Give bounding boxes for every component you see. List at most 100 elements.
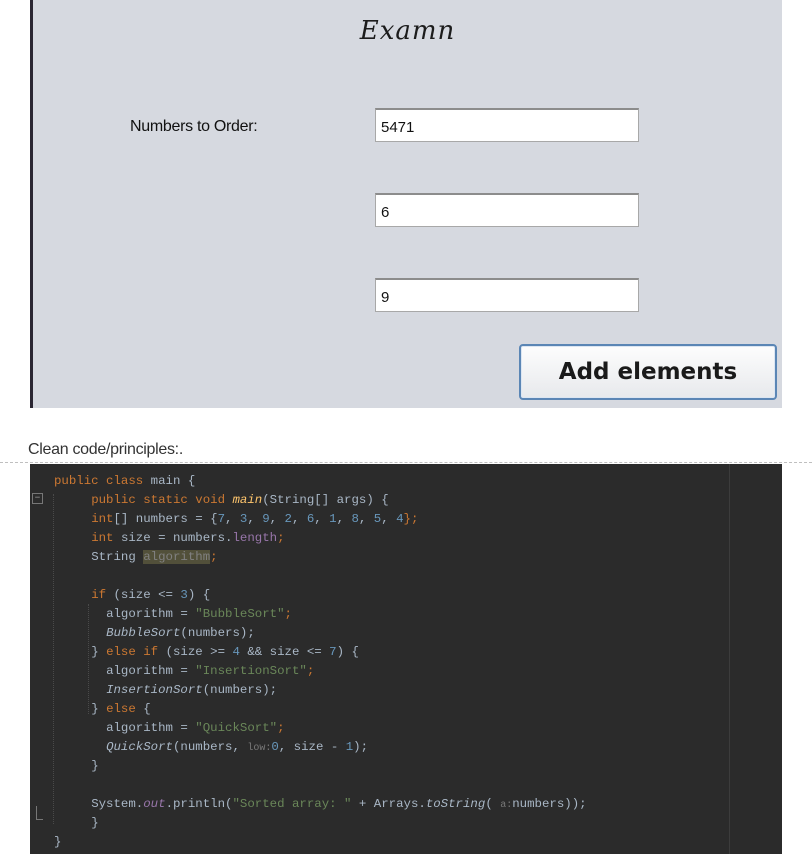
code-token: algorithm =	[106, 721, 196, 735]
code-token: public class	[54, 474, 151, 488]
code-token: length	[232, 531, 278, 545]
code-token: 4	[396, 512, 404, 526]
parameter-hint: low:	[247, 743, 272, 754]
code-token: String	[91, 550, 144, 564]
fold-end-icon	[36, 806, 43, 820]
code-token: [] numbers = {	[113, 512, 218, 526]
code-line-5: String algorithm;	[54, 548, 218, 567]
code-token: algorithm =	[106, 607, 196, 621]
code-token: if	[91, 588, 114, 602]
code-token: 7	[329, 645, 337, 659]
form-panel: Examn Numbers to Order: Add elements	[30, 0, 782, 408]
parameter-hint: a:	[500, 800, 513, 811]
code-token: ,	[358, 512, 374, 526]
code-token: + Arrays.	[358, 797, 426, 811]
code-editor: − public class main { public static void…	[30, 464, 782, 854]
code-token: public static void	[91, 493, 233, 507]
code-line-7: algorithm = "BubbleSort";	[54, 605, 292, 624]
code-token: );	[353, 740, 369, 754]
right-margin-guide	[729, 464, 730, 854]
code-token: ) {	[187, 588, 211, 602]
code-token: (numbers);	[202, 683, 278, 697]
code-line-1: public class main {	[54, 472, 195, 491]
code-token: 7	[217, 512, 226, 526]
code-token: (size >=	[165, 645, 233, 659]
code-token: 3	[180, 588, 188, 602]
add-elements-button[interactable]: Add elements	[519, 344, 777, 400]
code-token: (	[485, 797, 501, 811]
code-line-15: }	[54, 757, 99, 776]
code-token: ,	[291, 512, 307, 526]
code-token: };	[403, 512, 419, 526]
code-line-8: BubbleSort(numbers);	[54, 624, 255, 643]
code-token: BubbleSort	[106, 626, 181, 640]
code-line-2: public static void main(String[] args) {	[54, 491, 389, 510]
code-token: ) {	[336, 645, 359, 659]
code-token: else if	[106, 645, 166, 659]
code-token: && size <=	[247, 645, 330, 659]
code-token: else	[106, 702, 144, 716]
code-token: ,	[247, 512, 263, 526]
code-token: ;	[277, 531, 285, 545]
code-token: (numbers,	[172, 740, 248, 754]
code-token: .println(	[165, 797, 233, 811]
code-token: ,	[225, 512, 240, 526]
code-token: 0	[271, 740, 279, 754]
numbers-to-order-label: Numbers to Order:	[130, 118, 258, 135]
code-token: out	[143, 797, 166, 811]
code-token: ;	[284, 607, 292, 621]
code-line-18: }	[54, 833, 61, 852]
form-title: Examn	[359, 16, 456, 46]
code-token: main	[232, 493, 263, 507]
code-token: , size -	[278, 740, 346, 754]
code-token: numbers));	[512, 797, 587, 811]
code-token: }	[91, 645, 107, 659]
code-token: ,	[314, 512, 330, 526]
code-token: main {	[150, 474, 196, 488]
code-token: int	[91, 512, 114, 526]
code-token: (size <=	[113, 588, 181, 602]
code-token: "Sorted array: "	[232, 797, 359, 811]
code-token: ;	[277, 721, 285, 735]
code-token: toString	[425, 797, 486, 811]
code-token: }	[91, 702, 107, 716]
code-token: ,	[381, 512, 397, 526]
code-token: ;	[306, 664, 315, 678]
code-token: QuickSort	[106, 740, 173, 754]
code-token: }	[91, 759, 99, 773]
code-token: ,	[336, 512, 352, 526]
code-token: InsertionSort	[106, 683, 203, 697]
fold-collapse-icon[interactable]: −	[32, 493, 43, 504]
code-token: 4	[232, 645, 248, 659]
code-line-6: if (size <= 3) {	[54, 586, 210, 605]
code-token: 9	[262, 512, 270, 526]
code-token: "QuickSort"	[195, 721, 278, 735]
code-line-9: } else if (size >= 4 && size <= 7) {	[54, 643, 359, 662]
code-line-10: algorithm = "InsertionSort";	[54, 662, 314, 681]
code-token: "BubbleSort"	[195, 607, 285, 621]
code-token: }	[54, 835, 62, 849]
code-line-4: int size = numbers.length;	[54, 529, 285, 548]
code-token: "InsertionSort"	[195, 664, 307, 678]
number-input-2[interactable]	[375, 193, 639, 227]
code-token: }	[91, 816, 99, 830]
code-token: 1	[329, 512, 337, 526]
code-line-17: }	[54, 814, 99, 833]
code-token: int	[91, 531, 121, 545]
code-token: ;	[210, 550, 218, 564]
code-token: 8	[351, 512, 359, 526]
code-line-11: InsertionSort(numbers);	[54, 681, 277, 700]
code-line-16: System.out.println("Sorted array: " + Ar…	[54, 795, 587, 814]
number-input-1[interactable]	[375, 108, 639, 142]
code-token: (String[] args) {	[262, 493, 389, 507]
code-token: (numbers);	[180, 626, 255, 640]
code-token: {	[143, 702, 151, 716]
code-token: algorithm =	[106, 664, 196, 678]
code-token: 2	[284, 512, 292, 526]
code-token: size = numbers.	[120, 531, 233, 545]
code-line-3: int[] numbers = {7, 3, 9, 2, 6, 1, 8, 5,…	[54, 510, 418, 529]
number-input-3[interactable]	[375, 278, 639, 312]
code-line-13: algorithm = "QuickSort";	[54, 719, 285, 738]
code-token: ,	[269, 512, 285, 526]
code-line-14: QuickSort(numbers, low:0, size - 1);	[54, 738, 368, 757]
